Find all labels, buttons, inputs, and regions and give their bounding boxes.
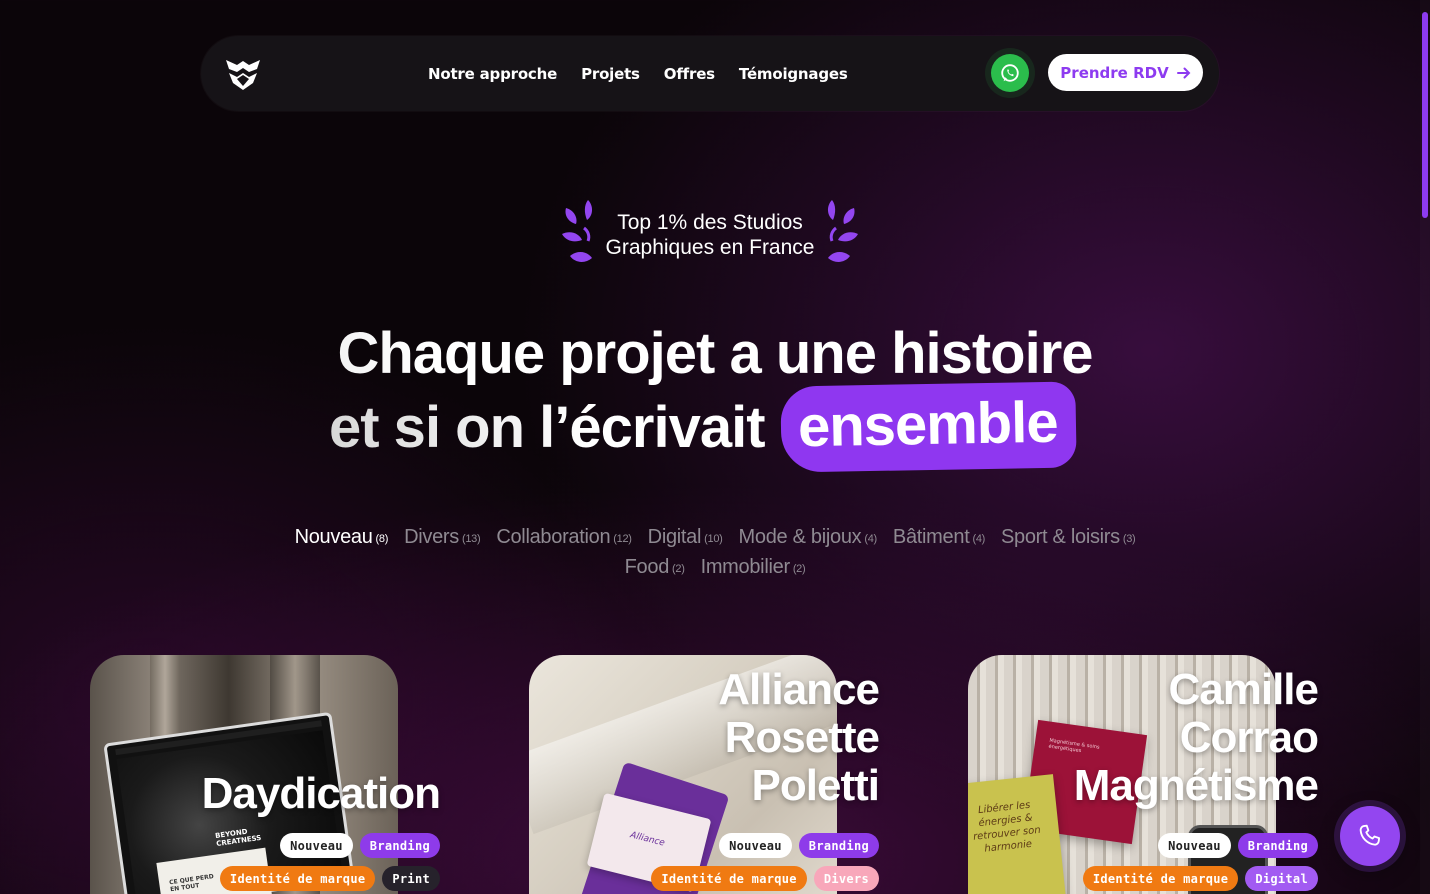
badge-text: Top 1% des Studios Graphiques en France	[596, 210, 824, 260]
filter-mode-bijoux[interactable]: Mode & bijoux (4)	[739, 526, 878, 549]
prendre-rdv-label: Prendre RDV	[1060, 63, 1169, 82]
prendre-rdv-button[interactable]: Prendre RDV	[1048, 54, 1203, 91]
laurel-icon	[827, 200, 858, 262]
project-filters: Nouveau (8) Divers (13) Collaboration (12) …	[0, 522, 1430, 582]
tags-row-1: Nouveau Branding	[1158, 833, 1318, 858]
top-studio-badge: Top 1% des Studios Graphiques en France	[560, 198, 860, 272]
hero-heading-line-2: et si on l’écrivait ensemble	[329, 381, 1076, 473]
whatsapp-button[interactable]	[991, 54, 1029, 92]
nav-link-offres[interactable]: Offres	[664, 65, 715, 83]
filter-divers[interactable]: Divers (13)	[404, 526, 481, 549]
laurel-icon	[562, 200, 593, 262]
project-title: Daydication	[201, 769, 441, 818]
tags-row-2: Identité de marque Print	[219, 866, 440, 891]
project-card-camille-corrao[interactable]: Magnétisme & soins énergétiques Libérer …	[968, 655, 1319, 894]
filter-nouveau[interactable]: Nouveau (8)	[295, 526, 389, 549]
tag-divers: Divers	[813, 866, 879, 891]
tag-nouveau: Nouveau	[1158, 833, 1231, 858]
tag-branding: Branding	[798, 833, 879, 858]
tags-row-2: Identité de marque Digital	[1082, 866, 1318, 891]
tag-nouveau: Nouveau	[280, 833, 353, 858]
tags-row-1: Nouveau Branding	[719, 833, 879, 858]
filter-immobilier[interactable]: Immobilier (2)	[701, 556, 806, 579]
print-mockup-text: CE QUE PERD EN TOUT	[168, 873, 215, 894]
tag-digital: Digital	[1245, 866, 1318, 891]
badge-line-1: Top 1% des Studios	[617, 211, 803, 234]
page-scrollbar[interactable]	[1420, 0, 1430, 894]
badge-line-2: Graphiques en France	[605, 236, 815, 259]
project-card-alliance-rosette-poletti[interactable]: Alliance Alliance Rosette Poletti Nouvea…	[529, 655, 880, 894]
filter-batiment[interactable]: Bâtiment (4)	[893, 526, 985, 549]
hero-line-2-text: et si on l’écrivait	[329, 394, 766, 460]
tags-row-2: Identité de marque Divers	[651, 866, 879, 891]
business-card-text: Alliance	[628, 830, 666, 849]
nav-link-projets[interactable]: Projets	[581, 65, 640, 83]
top-nav: Notre approche Projets Offres Témoignage…	[201, 36, 1219, 111]
call-button[interactable]	[1340, 806, 1400, 866]
arrow-right-icon	[1176, 67, 1191, 78]
project-title: Alliance Rosette Poletti	[689, 665, 880, 810]
nav-link-temoignages[interactable]: Témoignages	[739, 65, 848, 83]
filter-digital[interactable]: Digital (10)	[648, 526, 723, 549]
tag-identite-de-marque: Identité de marque	[651, 866, 807, 891]
tag-nouveau: Nouveau	[719, 833, 792, 858]
whatsapp-icon	[1001, 64, 1019, 82]
tag-identite-de-marque: Identité de marque	[1082, 866, 1239, 891]
tag-branding: Branding	[1237, 833, 1318, 858]
filter-row-2: Food (2) Immobilier (2)	[0, 552, 1430, 582]
project-card-daydication[interactable]: BEYOND CREATNESS CE QUE PERD EN TOUT Day…	[90, 655, 441, 894]
phone-icon	[1359, 824, 1381, 846]
hero-highlight: ensemble	[779, 381, 1076, 473]
filter-row-1: Nouveau (8) Divers (13) Collaboration (12) …	[0, 522, 1430, 552]
tag-identite-de-marque: Identité de marque	[219, 866, 376, 891]
filter-food[interactable]: Food (2)	[625, 556, 685, 579]
filter-sport-loisirs[interactable]: Sport & loisirs (3)	[1001, 526, 1136, 549]
tags-row-1: Nouveau Branding	[280, 833, 440, 858]
title-line: Alliance Rosette Poletti	[718, 665, 880, 810]
project-title: Camille Corrao Magnétisme	[1028, 665, 1319, 810]
nav-link-notre-approche[interactable]: Notre approche	[428, 65, 557, 83]
logo-icon[interactable]	[223, 56, 263, 92]
title-line: Camille Corrao Magnétisme	[1073, 665, 1319, 810]
tag-branding: Branding	[359, 833, 440, 858]
tag-print: Print	[382, 866, 440, 891]
scrollbar-thumb[interactable]	[1422, 12, 1428, 218]
hero-heading-line-1: Chaque projet a une histoire	[0, 320, 1430, 387]
filter-collaboration[interactable]: Collaboration (12)	[496, 526, 632, 549]
nav-links: Notre approche Projets Offres Témoignage…	[428, 36, 848, 111]
